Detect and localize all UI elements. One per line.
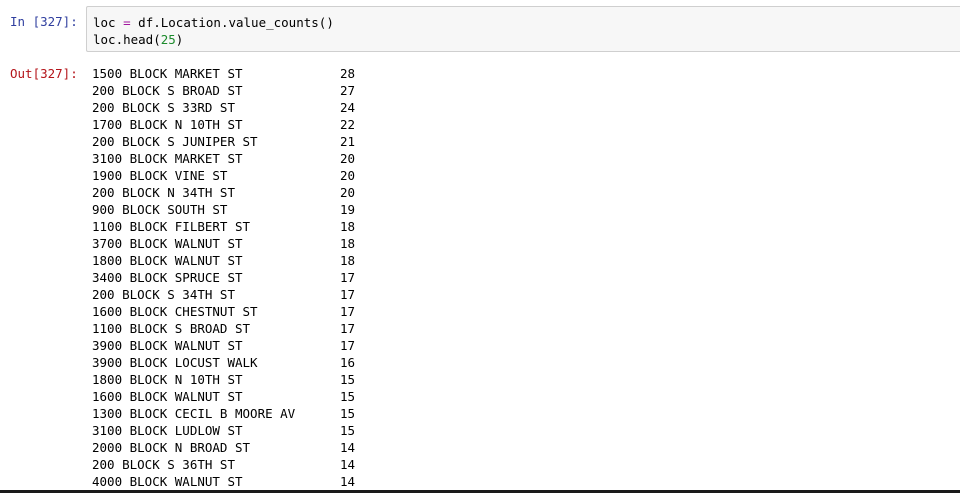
output-location: 3900 BLOCK WALNUT ST [92, 338, 243, 353]
output-location: 200 BLOCK S 34TH ST [92, 287, 235, 302]
code-input-area[interactable]: loc = df.Location.value_counts() loc.hea… [86, 6, 960, 52]
output-count: 15 [340, 406, 356, 421]
output-count: 14 [340, 474, 356, 489]
output-row: 3100 BLOCK MARKET ST 20 [92, 150, 960, 167]
output-row: 2000 BLOCK N BROAD ST 14 [92, 439, 960, 456]
code-token-variable: loc [93, 15, 116, 30]
code-token-operator: = [123, 15, 131, 30]
output-count: 18 [340, 219, 356, 234]
code-token-number: 25 [160, 32, 176, 47]
output-count: 27 [340, 83, 356, 98]
code-token-call: loc.head( [93, 32, 161, 47]
output-row: 3100 BLOCK LUDLOW ST 15 [92, 422, 960, 439]
output-row: 4000 BLOCK WALNUT ST 14 [92, 473, 960, 490]
output-location: 200 BLOCK S 33RD ST [92, 100, 235, 115]
output-count: 28 [340, 66, 356, 81]
output-row: 1100 BLOCK FILBERT ST 18 [92, 218, 960, 235]
output-location: 2000 BLOCK N BROAD ST [92, 440, 251, 455]
output-location: 3700 BLOCK WALNUT ST [92, 236, 243, 251]
output-count: 16 [340, 355, 356, 370]
output-row: 1600 BLOCK CHESTNUT ST 17 [92, 303, 960, 320]
code-line-2: loc.head(25) [93, 31, 183, 48]
output-count: 15 [340, 372, 356, 387]
output-location: 200 BLOCK S 36TH ST [92, 457, 235, 472]
output-row: 1300 BLOCK CECIL B MOORE AV 15 [92, 405, 960, 422]
output-count: 20 [340, 185, 356, 200]
output-location: 1700 BLOCK N 10TH ST [92, 117, 243, 132]
output-row: 3900 BLOCK LOCUST WALK 16 [92, 354, 960, 371]
output-location: 1800 BLOCK N 10TH ST [92, 372, 243, 387]
output-count: 15 [340, 423, 356, 438]
output-row: 200 BLOCK S 34TH ST 17 [92, 286, 960, 303]
output-count: 18 [340, 253, 356, 268]
output-location: 3100 BLOCK LUDLOW ST [92, 423, 243, 438]
output-location: 3100 BLOCK MARKET ST [92, 151, 243, 166]
output-row: 200 BLOCK S JUNIPER ST 21 [92, 133, 960, 150]
output-count: 15 [340, 389, 356, 404]
output-row: 1700 BLOCK N 10TH ST 22 [92, 116, 960, 133]
output-count: 14 [340, 440, 356, 455]
output-count: 20 [340, 168, 356, 183]
output-row: 1800 BLOCK N 10TH ST 15 [92, 371, 960, 388]
output-location: 1600 BLOCK WALNUT ST [92, 389, 243, 404]
output-location: 200 BLOCK N 34TH ST [92, 185, 235, 200]
output-area: 1500 BLOCK MARKET ST 28 200 BLOCK S BROAD … [92, 65, 960, 490]
output-count: 17 [340, 338, 356, 353]
output-row: 1500 BLOCK MARKET ST 28 [92, 65, 960, 82]
output-count: 17 [340, 287, 356, 302]
output-count: 17 [340, 304, 356, 319]
output-row: 3700 BLOCK WALNUT ST 18 [92, 235, 960, 252]
output-row: 3400 BLOCK SPRUCE ST 17 [92, 269, 960, 286]
output-count: 17 [340, 321, 356, 336]
code-line-1: loc = df.Location.value_counts() [93, 14, 334, 31]
output-row: 1100 BLOCK S BROAD ST 17 [92, 320, 960, 337]
output-count: 24 [340, 100, 356, 115]
output-row: 200 BLOCK N 34TH ST 20 [92, 184, 960, 201]
output-location: 3900 BLOCK LOCUST WALK [92, 355, 258, 370]
output-count: 21 [340, 134, 356, 149]
output-location: 4000 BLOCK WALNUT ST [92, 474, 243, 489]
input-prompt: In [327]: [10, 14, 78, 29]
output-row: 200 BLOCK S 33RD ST 24 [92, 99, 960, 116]
output-location: 200 BLOCK S BROAD ST [92, 83, 243, 98]
output-location: 3400 BLOCK SPRUCE ST [92, 270, 243, 285]
output-location: 1100 BLOCK S BROAD ST [92, 321, 251, 336]
output-location: 1500 BLOCK MARKET ST [92, 66, 243, 81]
output-count: 18 [340, 236, 356, 251]
output-count: 22 [340, 117, 356, 132]
output-count: 14 [340, 457, 356, 472]
code-token-close-paren: ) [175, 32, 184, 47]
output-location: 1100 BLOCK FILBERT ST [92, 219, 251, 234]
output-location: 1300 BLOCK CECIL B MOORE AV [92, 406, 296, 421]
output-count: 17 [340, 270, 356, 285]
output-row: 200 BLOCK S BROAD ST 27 [92, 82, 960, 99]
output-location: 900 BLOCK SOUTH ST [92, 202, 228, 217]
output-row: 1800 BLOCK WALNUT ST 18 [92, 252, 960, 269]
output-location: 1600 BLOCK CHESTNUT ST [92, 304, 258, 319]
output-count: 19 [340, 202, 356, 217]
output-row: 1600 BLOCK WALNUT ST 15 [92, 388, 960, 405]
output-row: 200 BLOCK S 36TH ST 14 [92, 456, 960, 473]
output-row: 3900 BLOCK WALNUT ST 17 [92, 337, 960, 354]
code-token-expression: df.Location.value_counts() [138, 15, 334, 30]
output-location: 1900 BLOCK VINE ST [92, 168, 228, 183]
output-location: 1800 BLOCK WALNUT ST [92, 253, 243, 268]
output-row: 900 BLOCK SOUTH ST 19 [92, 201, 960, 218]
notebook-cell: In [327]: loc = df.Location.value_counts… [0, 0, 960, 493]
output-count: 20 [340, 151, 356, 166]
output-location: 200 BLOCK S JUNIPER ST [92, 134, 258, 149]
output-prompt: Out[327]: [10, 66, 78, 81]
output-row: 1900 BLOCK VINE ST 20 [92, 167, 960, 184]
